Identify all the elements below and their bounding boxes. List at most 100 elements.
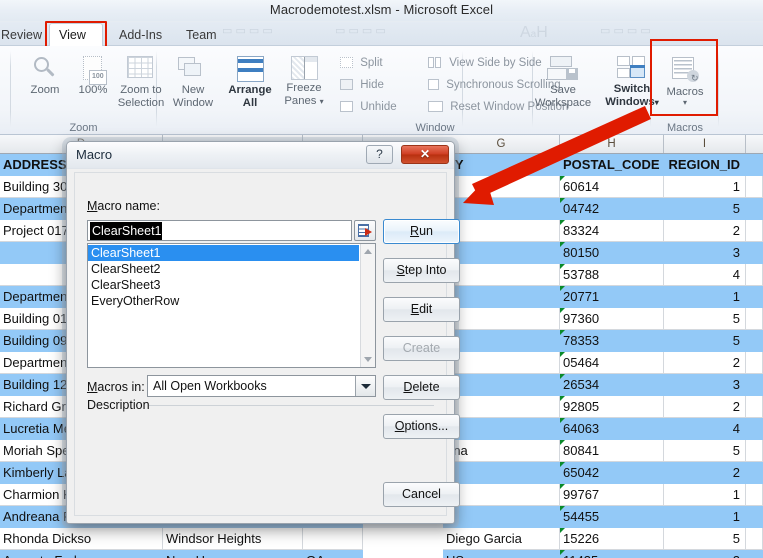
cell-j[interactable] <box>746 528 763 550</box>
cell-i[interactable]: 1 <box>664 484 746 506</box>
cell-i[interactable]: 2 <box>664 352 746 374</box>
cell-g[interactable] <box>443 374 560 396</box>
cell-j[interactable] <box>746 506 763 528</box>
delete-button[interactable]: Delete <box>383 375 460 400</box>
range-picker-icon[interactable] <box>354 220 376 241</box>
cell-i[interactable]: 2 <box>664 396 746 418</box>
macro-list-scrollbar[interactable] <box>360 244 375 367</box>
cell-j[interactable] <box>746 484 763 506</box>
cell-f[interactable] <box>303 528 363 550</box>
column-header-i[interactable]: I <box>664 135 746 153</box>
macros-in-select[interactable]: All Open Workbooks <box>147 375 376 397</box>
cell-h[interactable]: 97360 <box>560 308 664 330</box>
cell-h[interactable]: 80150 <box>560 242 664 264</box>
cancel-button[interactable]: Cancel <box>383 482 460 507</box>
options-button[interactable]: Options... <box>383 414 460 439</box>
cell-i[interactable]: 3 <box>664 242 746 264</box>
hide-button[interactable]: Hide <box>340 76 384 95</box>
cell-j[interactable] <box>746 242 763 264</box>
cell-i[interactable]: 3 <box>664 374 746 396</box>
cell-g[interactable] <box>443 264 560 286</box>
cell-d[interactable]: Augusta Farley <box>0 550 163 558</box>
cell-g[interactable]: Diego Garcia <box>443 528 560 550</box>
cell-i[interactable]: 5 <box>664 198 746 220</box>
cell-g[interactable] <box>443 286 560 308</box>
cell-h[interactable]: 64063 <box>560 418 664 440</box>
edit-button[interactable]: Edit <box>383 297 460 322</box>
cell-i[interactable]: 5 <box>664 308 746 330</box>
cell-h[interactable]: 60614 <box>560 176 664 198</box>
cell-j[interactable] <box>746 418 763 440</box>
step-into-button[interactable]: Step Into <box>383 258 460 283</box>
macro-list-item[interactable]: ClearSheet2 <box>88 261 359 277</box>
macro-list-item[interactable]: ClearSheet1 <box>88 245 359 261</box>
cell-g[interactable] <box>443 396 560 418</box>
tab-add-ins[interactable]: Add-Ins <box>110 24 171 46</box>
cell-g[interactable] <box>443 308 560 330</box>
scroll-down-icon[interactable] <box>364 357 372 362</box>
cell-h[interactable]: 92805 <box>560 396 664 418</box>
unhide-button[interactable]: Unhide <box>340 98 397 117</box>
cell-h[interactable]: 54455 <box>560 506 664 528</box>
cell-j[interactable] <box>746 396 763 418</box>
cell-g[interactable]: US <box>443 550 560 558</box>
cell-g[interactable]: ena <box>443 440 560 462</box>
cell-i[interactable]: 2 <box>664 550 746 558</box>
cell-g[interactable] <box>443 220 560 242</box>
cell-h[interactable]: 26534 <box>560 374 664 396</box>
cell-j[interactable] <box>746 462 763 484</box>
cell-j[interactable] <box>746 550 763 558</box>
cell-i[interactable]: 4 <box>664 264 746 286</box>
cell-j[interactable] <box>746 154 763 176</box>
cell-j[interactable] <box>746 176 763 198</box>
macros-button[interactable]: ↻ Macros ▾ <box>656 57 714 106</box>
cell-i[interactable]: 5 <box>664 330 746 352</box>
cell-h[interactable]: 99767 <box>560 484 664 506</box>
save-workspace-button[interactable]: Save Workspace <box>530 56 596 109</box>
scroll-up-icon[interactable] <box>364 249 372 254</box>
cell-h[interactable]: POSTAL_CODE <box>560 154 664 176</box>
macro-list[interactable]: ClearSheet1 ClearSheet2 ClearSheet3 EveryOt… <box>87 243 376 368</box>
cell-h[interactable]: 20771 <box>560 286 664 308</box>
zoom-100-button[interactable]: 100 100% <box>69 56 117 97</box>
cell-j[interactable] <box>746 264 763 286</box>
cell-g[interactable] <box>443 506 560 528</box>
cell-j[interactable] <box>746 374 763 396</box>
cell-h[interactable]: 04742 <box>560 198 664 220</box>
close-button[interactable]: ✕ <box>401 145 449 164</box>
new-window-button[interactable]: New Window <box>165 56 221 109</box>
cell-i[interactable]: 1 <box>664 506 746 528</box>
cell-h[interactable]: 83324 <box>560 220 664 242</box>
cell-h[interactable]: 05464 <box>560 352 664 374</box>
cell-j[interactable] <box>746 198 763 220</box>
cell-i[interactable]: 2 <box>664 220 746 242</box>
cell-g[interactable] <box>443 352 560 374</box>
cell-j[interactable] <box>746 352 763 374</box>
cell-i[interactable]: 4 <box>664 418 746 440</box>
arrange-all-button[interactable]: Arrange All <box>224 56 276 109</box>
macro-list-item[interactable]: EveryOtherRow <box>88 293 359 309</box>
cell-i[interactable]: 1 <box>664 176 746 198</box>
macro-name-input[interactable]: ClearSheet1 <box>87 220 352 241</box>
cell-j[interactable] <box>746 308 763 330</box>
cell-i[interactable]: 5 <box>664 440 746 462</box>
cell-i[interactable]: 5 <box>664 528 746 550</box>
cell-h[interactable]: 53788 <box>560 264 664 286</box>
table-row[interactable]: Augusta FarleyNew HopeGA US114352 <box>0 550 763 558</box>
run-button[interactable]: Run <box>383 219 460 244</box>
tab-view[interactable]: View <box>49 23 103 47</box>
zoom-button[interactable]: Zoom <box>21 56 69 97</box>
column-header-h[interactable]: H <box>560 135 664 153</box>
chevron-down-icon[interactable] <box>355 376 375 396</box>
cell-e[interactable]: New Hope <box>163 550 303 558</box>
cell-i[interactable]: 1 <box>664 286 746 308</box>
column-header-g[interactable]: G <box>443 135 560 153</box>
cell-j[interactable] <box>746 286 763 308</box>
cell-f[interactable]: GA <box>303 550 363 558</box>
tab-team[interactable]: Team <box>177 24 226 46</box>
macro-dialog-titlebar[interactable]: Macro ? ✕ <box>67 142 454 169</box>
help-button[interactable]: ? <box>366 145 393 164</box>
tab-review[interactable]: Review <box>0 24 51 46</box>
cell-i[interactable]: REGION_ID <box>664 154 746 176</box>
column-header-j[interactable] <box>746 135 763 153</box>
